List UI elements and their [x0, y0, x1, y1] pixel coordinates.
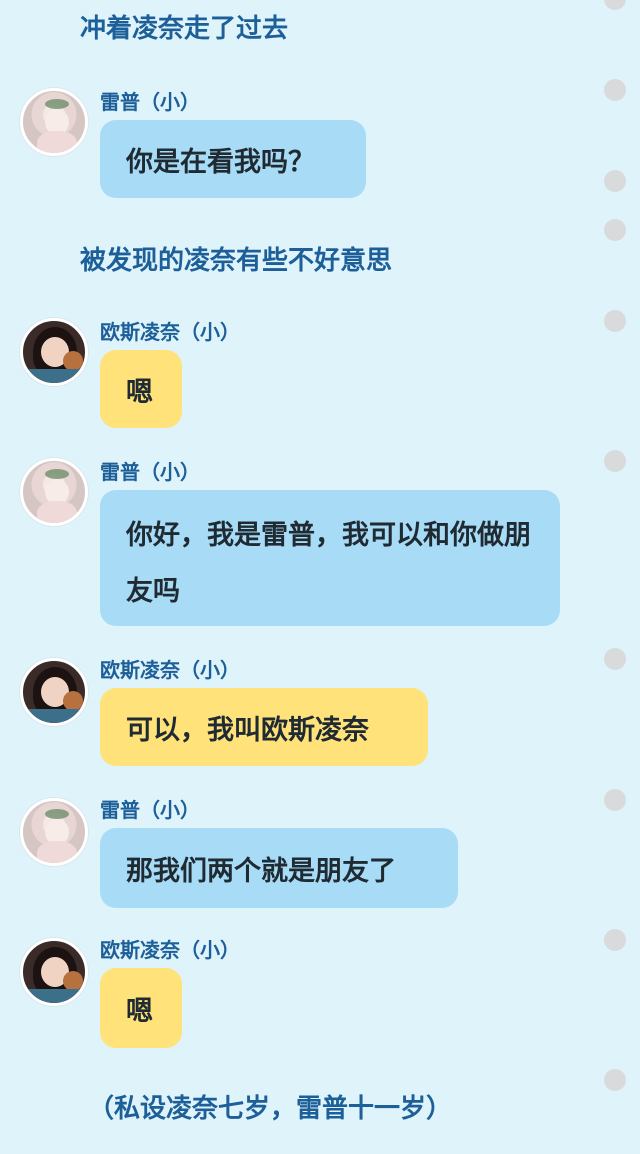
- plush-toy-icon: [63, 971, 83, 991]
- scroll-dot: [604, 929, 626, 951]
- avatar-leip[interactable]: [20, 88, 88, 156]
- message-bubble[interactable]: 你是在看我吗？: [100, 120, 366, 198]
- flower-crown-icon: [45, 809, 69, 819]
- message-bubble[interactable]: 可以，我叫欧斯凌奈: [100, 688, 428, 766]
- scroll-dot: [604, 170, 626, 192]
- narration-text: （私设凌奈七岁，雷普十一岁）: [88, 1094, 453, 1124]
- speaker-name: 欧斯凌奈（小）: [100, 938, 240, 962]
- avatar-osu-reina[interactable]: [20, 658, 88, 726]
- message-bubble[interactable]: 嗯: [100, 350, 182, 428]
- scroll-dot: [604, 310, 626, 332]
- message-bubble[interactable]: 你好，我是雷普，我可以和你做朋友吗: [100, 490, 560, 626]
- scroll-dot: [604, 1069, 626, 1091]
- avatar-osu-reina[interactable]: [20, 938, 88, 1006]
- message-bubble[interactable]: 嗯: [100, 968, 182, 1048]
- avatar-leip[interactable]: [20, 798, 88, 866]
- plush-toy-icon: [63, 351, 83, 371]
- narration-text: 冲着凌奈走了过去: [80, 14, 289, 44]
- speaker-name: 雷普（小）: [100, 460, 200, 484]
- scroll-dot: [604, 0, 626, 10]
- narration-text: 被发现的凌奈有些不好意思: [80, 246, 393, 276]
- speaker-name: 雷普（小）: [100, 90, 200, 114]
- avatar-leip[interactable]: [20, 458, 88, 526]
- speaker-name: 欧斯凌奈（小）: [100, 320, 240, 344]
- flower-crown-icon: [45, 99, 69, 109]
- message-bubble[interactable]: 那我们两个就是朋友了: [100, 828, 458, 908]
- flower-crown-icon: [45, 469, 69, 479]
- scroll-dot: [604, 648, 626, 670]
- speaker-name: 雷普（小）: [100, 798, 200, 822]
- plush-toy-icon: [63, 691, 83, 711]
- scroll-dot: [604, 219, 626, 241]
- scroll-dot: [604, 789, 626, 811]
- scroll-dot: [604, 450, 626, 472]
- avatar-osu-reina[interactable]: [20, 318, 88, 386]
- scroll-dot: [604, 79, 626, 101]
- speaker-name: 欧斯凌奈（小）: [100, 658, 240, 682]
